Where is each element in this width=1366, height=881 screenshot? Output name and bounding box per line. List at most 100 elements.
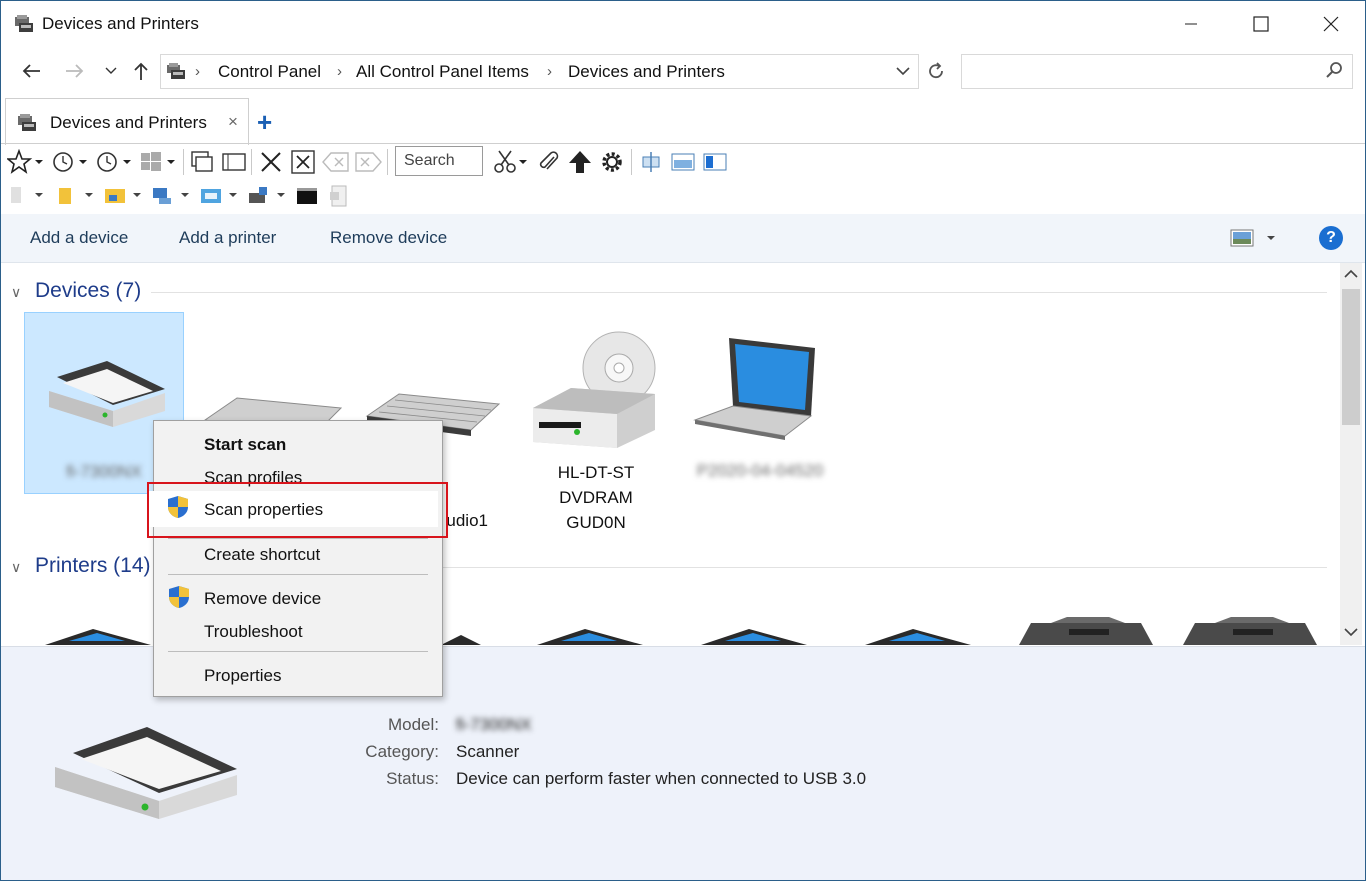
- breadcrumb-separator-icon: ›: [195, 63, 200, 80]
- search-input[interactable]: [968, 60, 1312, 84]
- command-prompt-icon[interactable]: [295, 185, 319, 207]
- address-bar[interactable]: › Control Panel › All Control Panel Item…: [160, 54, 919, 89]
- folder-open-icon[interactable]: [103, 185, 147, 207]
- remove-device-button[interactable]: Remove device: [330, 228, 447, 248]
- breadcrumb-devices-printers[interactable]: Devices and Printers: [568, 62, 725, 82]
- search-icon: [1326, 62, 1342, 78]
- chevron-down-icon: [105, 67, 117, 74]
- tab-close-icon[interactable]: ×: [228, 112, 238, 132]
- breadcrumb-all-items[interactable]: All Control Panel Items: [356, 62, 529, 82]
- model-label: Model:: [387, 715, 439, 734]
- multifunction-printer-icon[interactable]: [1181, 615, 1319, 645]
- group-divider: [441, 567, 1327, 568]
- search-box[interactable]: [961, 54, 1353, 89]
- device-tile-laptop[interactable]: P2020-04-04520: [681, 312, 839, 492]
- tab-divider: [1, 143, 1365, 144]
- printers-group-header[interactable]: ∨ Printers (14): [11, 554, 151, 578]
- menu-item-start-scan[interactable]: Start scan: [204, 435, 286, 455]
- menu-separator: [168, 538, 428, 539]
- scroll-up-icon[interactable]: [1344, 269, 1358, 279]
- refresh-button[interactable]: [923, 58, 949, 84]
- new-tab-button[interactable]: +: [257, 107, 272, 138]
- clear-right-icon[interactable]: [354, 151, 382, 173]
- add-printer-button[interactable]: Add a printer: [179, 228, 276, 248]
- paperclip-icon[interactable]: [537, 149, 561, 175]
- address-dropdown-icon[interactable]: [892, 60, 914, 82]
- history-back-icon[interactable]: [51, 149, 93, 175]
- layout-preview-icon[interactable]: [671, 151, 695, 173]
- toolbar-separator: [387, 149, 388, 175]
- up-button[interactable]: [128, 58, 154, 84]
- menu-separator: [168, 574, 428, 575]
- vertical-scrollbar[interactable]: [1340, 263, 1362, 645]
- bookmark-icon[interactable]: [9, 185, 51, 207]
- scrollbar-thumb[interactable]: [1342, 289, 1360, 425]
- up-arrow-icon[interactable]: [567, 149, 593, 175]
- devices-printers-icon: [167, 63, 185, 79]
- device-name: P2020-04-04520: [696, 461, 824, 480]
- change-view-icon[interactable]: [1229, 228, 1279, 248]
- tab-label: Devices and Printers: [50, 113, 207, 132]
- category-label: Category:: [365, 742, 439, 761]
- uac-shield-icon: [169, 586, 189, 608]
- back-arrow-icon: [22, 64, 40, 78]
- tab-devices-printers[interactable]: Devices and Printers ×: [5, 98, 249, 145]
- toolbar-separator: [631, 149, 632, 175]
- category-value: Scanner: [456, 742, 520, 761]
- forward-button[interactable]: [62, 58, 88, 84]
- powershell-doc-icon[interactable]: [327, 185, 351, 207]
- printers-group-title: Printers (14): [35, 554, 151, 577]
- scanner-icon: [49, 361, 165, 427]
- menu-item-troubleshoot[interactable]: Troubleshoot: [204, 622, 303, 642]
- refresh-icon: [929, 62, 943, 79]
- new-window-icon[interactable]: [189, 149, 215, 175]
- folder-icon[interactable]: [55, 185, 99, 207]
- gear-icon[interactable]: [599, 149, 625, 175]
- clear-left-icon[interactable]: [322, 151, 350, 173]
- favorites-star-icon[interactable]: [7, 149, 51, 175]
- printer-icon[interactable]: [41, 627, 153, 645]
- maximize-button[interactable]: [1231, 1, 1291, 47]
- printer-icon[interactable]: [533, 627, 645, 645]
- layout-split-icon[interactable]: [639, 151, 663, 173]
- breadcrumb-separator-icon: ›: [337, 63, 342, 80]
- status-label: Status:: [386, 769, 439, 788]
- windows-start-icon[interactable]: [139, 149, 181, 175]
- toolbar-search-label: Search: [404, 152, 455, 169]
- add-device-button[interactable]: Add a device: [30, 228, 128, 248]
- close-button[interactable]: [1301, 1, 1361, 47]
- back-button[interactable]: [18, 58, 44, 84]
- toolbar-search-box[interactable]: Search: [395, 146, 483, 176]
- device-name-line1: HL-DT-ST: [557, 463, 635, 482]
- minimize-button[interactable]: [1161, 1, 1221, 47]
- menu-item-remove-device[interactable]: Remove device: [204, 589, 321, 609]
- menu-item-create-shortcut[interactable]: Create shortcut: [204, 545, 320, 565]
- layout-navpane-icon[interactable]: [703, 151, 727, 173]
- printer-icon[interactable]: [697, 627, 809, 645]
- scroll-down-icon[interactable]: [1344, 627, 1358, 637]
- delete-icon[interactable]: [259, 149, 283, 175]
- laptop-icon: [693, 338, 815, 440]
- context-menu: Start scan Scan profiles Create shortcut…: [153, 420, 443, 697]
- help-button[interactable]: ?: [1319, 226, 1343, 250]
- control-panel-icon[interactable]: [199, 185, 243, 207]
- printer-icon[interactable]: [861, 627, 973, 645]
- up-arrow-icon: [134, 62, 148, 80]
- network-icon[interactable]: [151, 185, 195, 207]
- multifunction-printer-icon[interactable]: [1017, 615, 1155, 645]
- recent-locations-button[interactable]: [98, 58, 124, 84]
- minimize-icon: [1185, 23, 1197, 25]
- command-bar: Add a device Add a printer Remove device…: [1, 214, 1365, 263]
- devices-group-header[interactable]: ∨ Devices (7): [11, 279, 141, 303]
- chevron-down-icon: ∨: [11, 284, 22, 300]
- breadcrumb-control-panel[interactable]: Control Panel: [218, 62, 321, 82]
- printer-icon[interactable]: [441, 631, 481, 645]
- printer-icon[interactable]: [247, 185, 291, 207]
- history-forward-icon[interactable]: [95, 149, 137, 175]
- device-tile-dvd-drive[interactable]: HL-DT-ST DVDRAM GUD0N: [517, 312, 675, 562]
- toolbar-separator: [183, 149, 184, 175]
- menu-item-properties[interactable]: Properties: [204, 666, 281, 686]
- close-tab-icon[interactable]: [290, 149, 316, 175]
- scissors-icon[interactable]: [493, 149, 533, 175]
- panel-layout-icon[interactable]: [221, 149, 247, 175]
